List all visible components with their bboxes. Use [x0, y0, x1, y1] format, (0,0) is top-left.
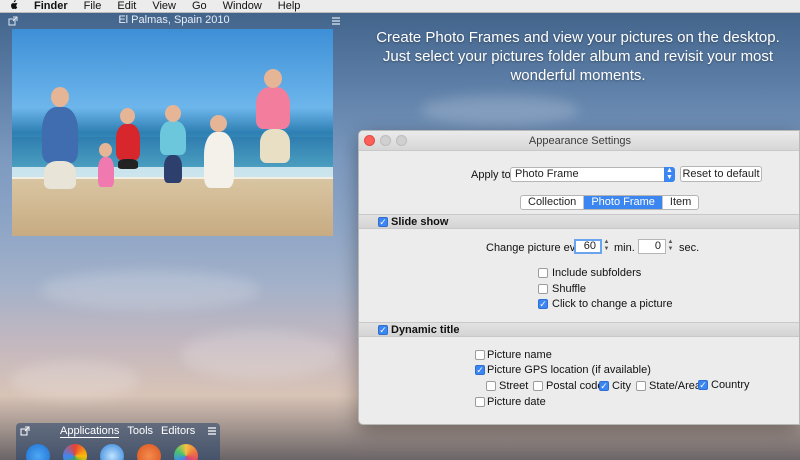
postal-code-checkbox[interactable] [533, 381, 543, 391]
vivaldi-icon[interactable] [137, 444, 161, 460]
gps-location-checkbox[interactable]: ✓ [475, 365, 485, 375]
tab-tools[interactable]: Tools [127, 425, 153, 438]
cloud [10, 360, 140, 400]
chrome-icon[interactable] [63, 444, 87, 460]
person-figure [42, 107, 78, 163]
menu-finder[interactable]: Finder [34, 0, 68, 12]
person-head [210, 115, 227, 132]
person-head [120, 108, 135, 124]
menu-edit[interactable]: Edit [117, 0, 136, 12]
safari-icon[interactable] [100, 444, 124, 460]
dynamic-title-header-label: Dynamic title [391, 324, 460, 336]
seconds-stepper[interactable]: ▲ ▼ [667, 239, 674, 254]
tab-item[interactable]: Item [663, 196, 698, 209]
person-figure [256, 87, 290, 129]
person-figure [204, 132, 234, 188]
reset-to-default-button[interactable]: Reset to default [680, 166, 762, 182]
postal-code-label: Postal code [546, 380, 604, 392]
shuffle-label: Shuffle [552, 283, 587, 295]
photo-frame-image[interactable] [12, 29, 333, 236]
person-head [165, 105, 181, 122]
person-figure [116, 124, 140, 160]
promo-text: Create Photo Frames and view your pictur… [360, 28, 796, 85]
picture-date-checkbox[interactable] [475, 397, 485, 407]
country-label: Country [711, 379, 750, 391]
dynamic-title-checkbox[interactable]: ✓ [378, 325, 388, 335]
photos-icon[interactable] [174, 444, 198, 460]
apply-to-select[interactable]: Photo Frame ▲ ▼ [510, 167, 675, 182]
click-to-change-label: Click to change a picture [552, 298, 673, 310]
city-label: City [612, 380, 631, 392]
menu-window[interactable]: Window [223, 0, 262, 12]
tab-editors[interactable]: Editors [161, 425, 195, 438]
person-head [264, 69, 282, 88]
sec-label: sec. [679, 242, 700, 254]
cloud [40, 270, 260, 310]
person-figure [98, 157, 114, 187]
promo-line: Just select your pictures folder album a… [382, 48, 774, 65]
click-to-change-checkbox[interactable]: ✓ [538, 299, 548, 309]
gps-location-label: Picture GPS location (if available) [487, 364, 651, 376]
include-subfolders-label: Include subfolders [552, 267, 642, 279]
tab-photo-frame[interactable]: Photo Frame [584, 196, 663, 209]
menu-view[interactable]: View [152, 0, 176, 12]
street-label: Street [499, 380, 529, 392]
title-bar[interactable]: Appearance Settings [359, 131, 799, 151]
apply-to-label: Apply to: [471, 169, 514, 181]
min-label: min. [614, 242, 635, 254]
minutes-field[interactable]: 60 [574, 239, 602, 254]
chevron-updown-icon: ▲ ▼ [664, 167, 675, 182]
promo-line: wonderful moments. [510, 67, 646, 84]
app-launcher-panel: Applications Tools Editors [16, 423, 220, 460]
person-figure [118, 159, 138, 169]
shuffle-checkbox[interactable] [538, 284, 548, 294]
person-figure [164, 155, 182, 183]
minutes-stepper[interactable]: ▲ ▼ [603, 239, 610, 254]
state-area-label: State/Area [649, 380, 701, 392]
person-figure [260, 129, 290, 163]
menu-icon[interactable] [331, 15, 341, 25]
dynamic-title-section-header: ✓ Dynamic title [359, 322, 799, 337]
launcher-tabs: Applications Tools Editors [60, 425, 195, 438]
detach-icon[interactable] [20, 426, 30, 439]
country-checkbox[interactable]: ✓ [698, 380, 708, 390]
slideshow-header-label: Slide show [391, 216, 449, 228]
city-checkbox[interactable]: ✓ [599, 381, 609, 391]
picture-name-checkbox[interactable] [475, 350, 485, 360]
menu-go[interactable]: Go [192, 0, 207, 12]
menu-bar: Finder File Edit View Go Window Help [0, 0, 800, 13]
window-title: Appearance Settings [528, 135, 632, 147]
tab-control: Collection Photo Frame Item [520, 195, 700, 210]
picture-name-label: Picture name [487, 349, 552, 361]
promo-line: Create Photo Frames and view your pictur… [376, 29, 780, 46]
menu-icon[interactable] [207, 426, 217, 439]
tab-applications[interactable]: Applications [60, 425, 120, 438]
apply-to-value: Photo Frame [515, 168, 579, 180]
cloud [420, 95, 580, 125]
tab-collection[interactable]: Collection [521, 196, 585, 209]
menu-file[interactable]: File [84, 0, 102, 12]
cloud [180, 330, 340, 380]
slideshow-section-header: ✓ Slide show [359, 214, 799, 229]
person-head [99, 143, 112, 157]
photo-frame-caption: El Palmas, Spain 2010 [118, 14, 230, 26]
menu-help[interactable]: Help [278, 0, 301, 12]
include-subfolders-checkbox[interactable] [538, 268, 548, 278]
person-head [51, 87, 69, 107]
seconds-field[interactable]: 0 [638, 239, 666, 254]
apple-icon[interactable] [8, 0, 18, 13]
street-checkbox[interactable] [486, 381, 496, 391]
appearance-settings-window: Appearance Settings Apply to: Photo Fram… [358, 130, 800, 425]
slideshow-checkbox[interactable]: ✓ [378, 217, 388, 227]
picture-date-label: Picture date [487, 396, 546, 408]
person-figure [160, 121, 186, 155]
person-figure [44, 161, 76, 189]
state-area-checkbox[interactable] [636, 381, 646, 391]
app-store-icon[interactable] [26, 444, 50, 460]
photo-frame-header: El Palmas, Spain 2010 [4, 14, 344, 28]
